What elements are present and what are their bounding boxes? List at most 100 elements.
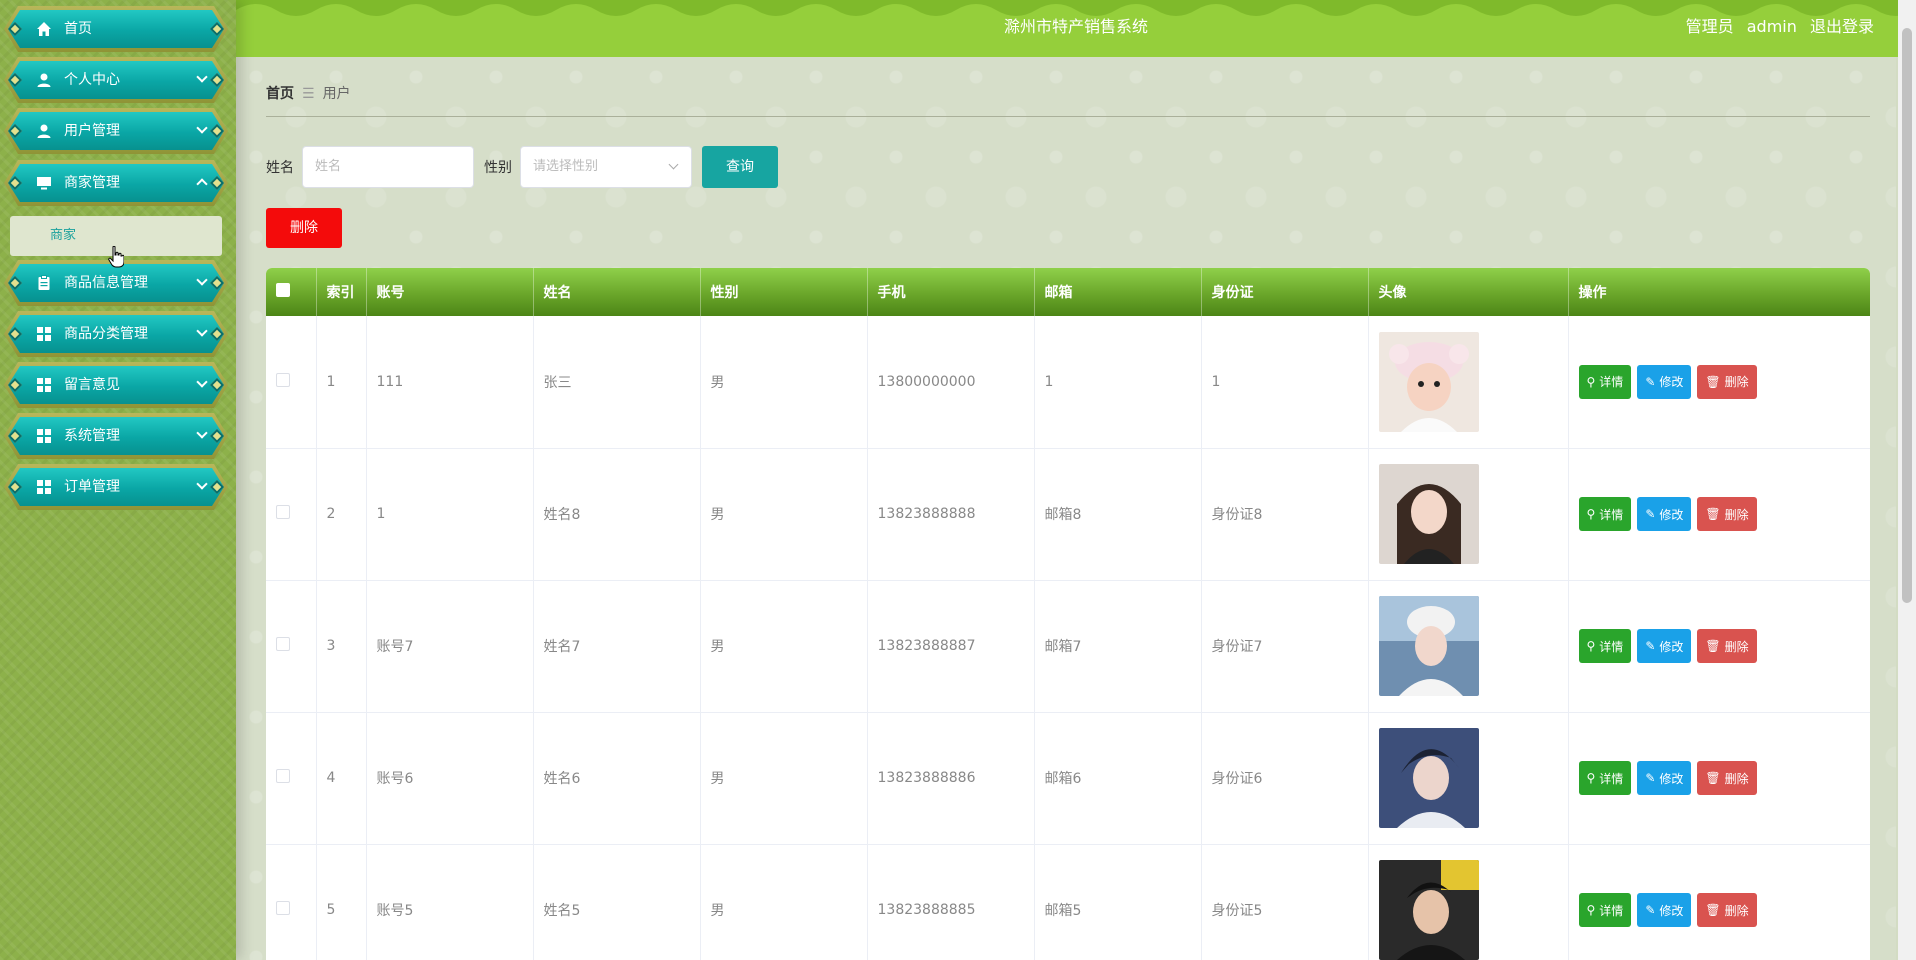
search-icon: ⚲: [1586, 639, 1596, 653]
cell-phone: 13823888885: [867, 844, 1035, 960]
avatar[interactable]: [1378, 860, 1479, 960]
user-role: 管理员: [1685, 17, 1734, 36]
cell-email: 1: [1034, 316, 1202, 449]
row-checkbox[interactable]: [276, 372, 290, 387]
edit-button[interactable]: ✎ 修改: [1637, 497, 1692, 531]
delete-button[interactable]: 🗑 删除: [1697, 629, 1757, 663]
grid-icon: [36, 377, 52, 393]
row-actions: ⚲ 详情 ✎ 修改 🗑 删除: [1578, 893, 1870, 927]
row-checkbox[interactable]: [276, 901, 290, 915]
user-icon: [36, 72, 52, 88]
edit-label: 修改: [1659, 375, 1684, 390]
select-all-checkbox[interactable]: [276, 283, 290, 297]
edit-icon: ✎: [1645, 374, 1656, 389]
page-scrollbar[interactable]: [1898, 0, 1916, 960]
gender-select-placeholder: 请选择性别: [533, 159, 599, 174]
detail-button[interactable]: ⚲ 详情: [1578, 629, 1632, 663]
detail-label: 详情: [1599, 903, 1624, 918]
row-checkbox[interactable]: [276, 637, 290, 651]
main-content: 首页 ☰ 用户 姓名 姓名 性别 请选择性别 查询 删除 索引 账号 姓名 性别…: [236, 57, 1896, 960]
detail-label: 详情: [1599, 771, 1624, 786]
cell-gender: 男: [700, 448, 868, 581]
cell-idcard: 身份证7: [1201, 580, 1369, 713]
delete-label: 删除: [1724, 375, 1749, 390]
header-select-all[interactable]: [266, 268, 317, 316]
delete-button[interactable]: 🗑 删除: [1697, 364, 1757, 399]
delete-label: 删除: [1724, 903, 1749, 918]
sidebar-item-order-management[interactable]: 订单管理: [4, 464, 228, 510]
cell-idcard: 身份证6: [1201, 712, 1369, 845]
table-row: 2 1 姓名8 男 13823888888 邮箱8 身份证8 ⚲ 详情 ✎ 修改…: [266, 448, 1870, 581]
scrollbar-thumb[interactable]: [1902, 28, 1912, 603]
avatar[interactable]: [1378, 728, 1479, 828]
delete-button[interactable]: 🗑 删除: [1697, 893, 1757, 927]
header-phone: 手机: [867, 268, 1035, 316]
edit-button[interactable]: ✎ 修改: [1637, 893, 1692, 927]
sidebar-item-personal-center[interactable]: 个人中心: [4, 57, 228, 103]
row-actions: ⚲ 详情 ✎ 修改 🗑 删除: [1578, 497, 1870, 531]
sidebar-item-home[interactable]: 首页: [4, 6, 228, 52]
edit-label: 修改: [1659, 771, 1684, 786]
gender-select[interactable]: 请选择性别: [520, 146, 692, 188]
detail-button[interactable]: ⚲ 详情: [1578, 364, 1632, 399]
sidebar-item-system-management[interactable]: 系统管理: [4, 413, 228, 459]
batch-delete-button[interactable]: 删除: [266, 208, 342, 248]
detail-button[interactable]: ⚲ 详情: [1578, 893, 1632, 927]
user-icon: [36, 123, 52, 139]
sidebar-item-user-management[interactable]: 用户管理: [4, 108, 228, 154]
cell-phone: 13823888888: [867, 448, 1035, 581]
header-email: 邮箱: [1034, 268, 1202, 316]
cell-gender: 男: [700, 844, 868, 960]
cell-email: 邮箱5: [1034, 844, 1202, 960]
cell-gender: 男: [700, 580, 868, 713]
cell-phone: 13800000000: [867, 316, 1035, 449]
cell-idcard: 身份证5: [1201, 844, 1369, 960]
sidebar-item-feedback[interactable]: 留言意见: [4, 362, 228, 408]
sidebar-item-label: 商家管理: [64, 175, 120, 191]
top-header: 滁州市特产销售系统 管理员 admin 退出登录: [236, 0, 1916, 57]
delete-label: 删除: [1724, 639, 1749, 654]
name-input[interactable]: 姓名: [302, 146, 474, 188]
edit-button[interactable]: ✎ 修改: [1637, 629, 1692, 663]
clipboard-icon: [36, 275, 52, 291]
delete-button[interactable]: 🗑 删除: [1697, 497, 1757, 531]
row-checkbox[interactable]: [276, 769, 290, 783]
cell-name: 张三: [533, 316, 701, 449]
sidebar-item-label: 商品信息管理: [64, 275, 148, 291]
sidebar-item-label: 系统管理: [64, 428, 120, 444]
cell-account: 账号7: [366, 580, 534, 713]
sidebar-item-label: 订单管理: [64, 479, 120, 495]
cell-index: 5: [316, 844, 367, 960]
cell-email: 邮箱8: [1034, 448, 1202, 581]
cell-account: 1: [366, 448, 534, 581]
avatar[interactable]: [1378, 464, 1479, 564]
edit-label: 修改: [1659, 639, 1684, 654]
trash-icon: 🗑: [1705, 903, 1721, 917]
sidebar-item-product-category[interactable]: 商品分类管理: [4, 311, 228, 357]
detail-button[interactable]: ⚲ 详情: [1578, 761, 1632, 795]
trash-icon: 🗑: [1705, 771, 1721, 785]
avatar[interactable]: [1378, 331, 1479, 432]
cell-gender: 男: [700, 712, 868, 845]
edit-label: 修改: [1659, 903, 1684, 918]
edit-button[interactable]: ✎ 修改: [1637, 761, 1692, 795]
logout-link[interactable]: 退出登录: [1810, 17, 1874, 36]
query-button[interactable]: 查询: [702, 146, 778, 188]
detail-button[interactable]: ⚲ 详情: [1578, 497, 1632, 531]
avatar[interactable]: [1378, 596, 1479, 696]
table-header-row: 索引 账号 姓名 性别 手机 邮箱 身份证 头像 操作: [266, 268, 1870, 316]
delete-button[interactable]: 🗑 删除: [1697, 761, 1757, 795]
sidebar-item-merchant-management[interactable]: 商家管理: [4, 160, 228, 206]
user-table: 索引 账号 姓名 性别 手机 邮箱 身份证 头像 操作 1 111 张三 男 1…: [266, 268, 1870, 960]
row-checkbox[interactable]: [276, 505, 290, 519]
detail-label: 详情: [1599, 375, 1624, 390]
sidebar-item-label: 首页: [64, 21, 92, 37]
app-title: 滁州市特产销售系统: [1003, 17, 1148, 36]
edit-icon: ✎: [1645, 903, 1656, 917]
sidebar-item-label: 留言意见: [64, 377, 120, 393]
table-row: 3 账号7 姓名7 男 13823888887 邮箱7 身份证7 ⚲ 详情 ✎ …: [266, 580, 1870, 713]
breadcrumb-home[interactable]: 首页: [266, 86, 294, 102]
edit-button[interactable]: ✎ 修改: [1637, 364, 1692, 399]
search-icon: ⚲: [1586, 374, 1596, 389]
grid-icon: [36, 479, 52, 495]
